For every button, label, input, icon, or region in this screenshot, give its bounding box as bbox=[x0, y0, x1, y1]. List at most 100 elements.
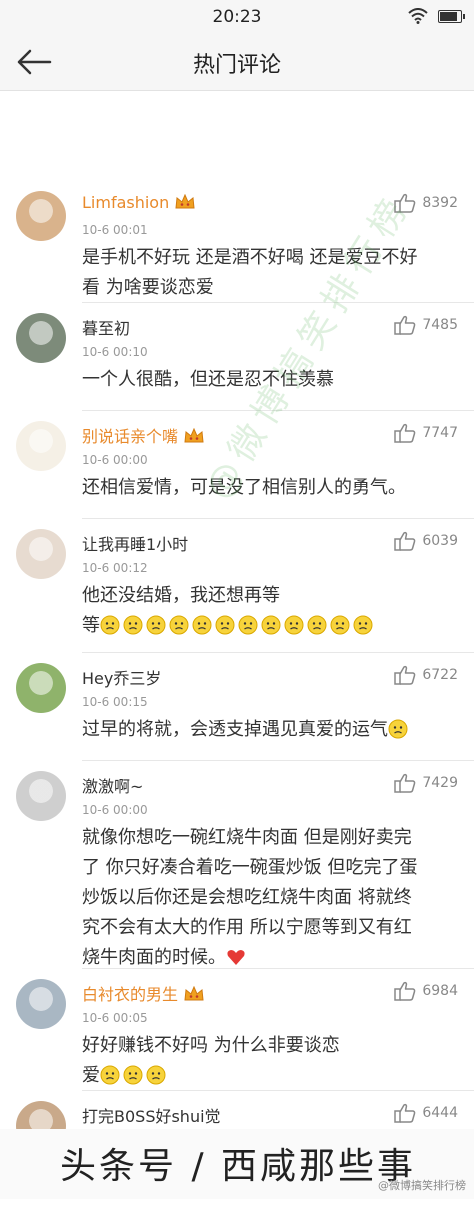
face-emoji-icon bbox=[238, 615, 258, 635]
like-button[interactable]: 7485 bbox=[394, 315, 458, 335]
commenter-name[interactable]: 暮至初 bbox=[82, 315, 130, 339]
comment-text-line: 炒饭以后你还是会想吃红烧牛肉面 将就终 bbox=[82, 887, 412, 908]
commenter-name-text: Hey乔三岁 bbox=[82, 669, 162, 688]
face-emoji-icon bbox=[100, 1065, 120, 1085]
like-button[interactable]: 6722 bbox=[394, 665, 458, 685]
like-button[interactable]: 7429 bbox=[394, 773, 458, 793]
avatar[interactable] bbox=[16, 191, 66, 241]
footer-brand: 头条号 / 西咸那些事 bbox=[60, 1146, 417, 1187]
comment-item: 暮至初 10-6 00:10 7485 一个人很酷，但还是忍不住羡慕 bbox=[0, 303, 474, 411]
like-button[interactable]: 6039 bbox=[394, 531, 458, 551]
face-emoji-icon bbox=[307, 615, 327, 635]
thumbs-up-icon bbox=[394, 773, 416, 793]
battery-icon bbox=[438, 9, 465, 23]
comment-item: 让我再睡1小时 10-6 00:12 6039 他还没结婚，我还想再等等 bbox=[0, 519, 474, 653]
avatar[interactable] bbox=[16, 771, 66, 821]
comment-text-line: 还相信爱情，可是没了相信别人的勇气。 bbox=[82, 477, 406, 498]
face-emoji-icon bbox=[353, 615, 373, 635]
like-count: 7429 bbox=[422, 775, 458, 791]
comment-text-line: 等 bbox=[82, 611, 450, 641]
face-emoji-icon bbox=[100, 615, 120, 635]
like-count: 6039 bbox=[422, 533, 458, 549]
like-button[interactable]: 6444 bbox=[394, 1103, 458, 1123]
commenter-name[interactable]: 激激啊~ bbox=[82, 773, 143, 797]
avatar[interactable] bbox=[16, 663, 66, 713]
status-bar: 20:23 bbox=[0, 0, 474, 34]
comment-text: 就像你想吃一碗红烧牛肉面 但是刚好卖完了 你只好凑合着吃一碗蛋炒饭 但吃完了蛋炒… bbox=[82, 823, 450, 973]
comment-time: 10-6 00:12 bbox=[82, 561, 148, 575]
comment-time: 10-6 00:05 bbox=[82, 1011, 148, 1025]
commenter-name[interactable]: 白衬衣的男生 bbox=[82, 981, 204, 1005]
comment-time: 10-6 00:00 bbox=[82, 803, 148, 817]
comment-item: 白衬衣的男生 10-6 00:05 6984 好好赚钱不好吗 为什么非要谈恋爱 bbox=[0, 969, 474, 1091]
comment-time: 10-6 00:15 bbox=[82, 695, 148, 709]
comment-text-line: 他还没结婚，我还想再等 bbox=[82, 585, 280, 606]
thumbs-up-icon bbox=[394, 315, 416, 335]
comment-text-line: 了 你只好凑合着吃一碗蛋炒饭 但吃完了蛋 bbox=[82, 857, 418, 878]
commenter-name-text: 暮至初 bbox=[82, 319, 131, 338]
like-count: 7747 bbox=[422, 425, 458, 441]
comment-text-line: 好好赚钱不好吗 为什么非要谈恋 bbox=[82, 1035, 340, 1056]
avatar[interactable] bbox=[16, 313, 66, 363]
commenter-name[interactable]: Hey乔三岁 bbox=[82, 665, 161, 689]
vip-crown-icon bbox=[175, 194, 195, 209]
commenter-name[interactable]: 打完B0SS好shui觉 bbox=[82, 1103, 221, 1127]
commenter-name-text: 让我再睡1小时 bbox=[82, 535, 189, 554]
comment-text-line: 究不会有太大的作用 所以宁愿等到又有红 bbox=[82, 917, 412, 938]
comment-item: 激激啊~ 10-6 00:00 7429 就像你想吃一碗红烧牛肉面 但是刚好卖完了 你… bbox=[0, 761, 474, 969]
like-count: 6984 bbox=[422, 983, 458, 999]
thumbs-up-icon bbox=[394, 981, 416, 1001]
footer: 头条号 / 西咸那些事 @微博搞笑排行榜 bbox=[0, 1129, 474, 1199]
avatar[interactable] bbox=[16, 421, 66, 471]
avatar[interactable] bbox=[16, 979, 66, 1029]
comment-text-line: 爱 bbox=[82, 1061, 450, 1091]
commenter-name-text: 别说话亲个嘴 bbox=[82, 427, 179, 446]
face-emoji-icon bbox=[146, 615, 166, 635]
like-count: 7485 bbox=[422, 317, 458, 333]
comment-text: 他还没结婚，我还想再等等 bbox=[82, 581, 450, 641]
thumbs-up-icon bbox=[394, 531, 416, 551]
face-emoji-icon bbox=[123, 615, 143, 635]
avatar[interactable] bbox=[16, 529, 66, 579]
comment-text: 过早的将就，会透支掉遇见真爱的运气 bbox=[82, 715, 450, 745]
footer-watermark: @微博搞笑排行榜 bbox=[378, 1179, 466, 1192]
comment-time: 10-6 00:00 bbox=[82, 453, 148, 467]
heart-emoji-icon bbox=[227, 950, 245, 965]
commenter-name-text: 白衬衣的男生 bbox=[82, 985, 179, 1004]
comment-text: 是手机不好玩 还是酒不好喝 还是爱豆不好看 为啥要谈恋爱 bbox=[82, 243, 450, 303]
commenter-name-text: Limfashion bbox=[82, 193, 170, 212]
face-emoji-icon bbox=[261, 615, 281, 635]
comment-text-line: 就像你想吃一碗红烧牛肉面 但是刚好卖完 bbox=[82, 827, 412, 848]
thumbs-up-icon bbox=[394, 665, 416, 685]
comment-text: 好好赚钱不好吗 为什么非要谈恋爱 bbox=[82, 1031, 450, 1091]
comment-text: 还相信爱情，可是没了相信别人的勇气。 bbox=[82, 473, 450, 503]
like-count: 6722 bbox=[422, 667, 458, 683]
thumbs-up-icon bbox=[394, 1103, 416, 1123]
like-button[interactable]: 7747 bbox=[394, 423, 458, 443]
face-emoji-icon bbox=[192, 615, 212, 635]
commenter-name[interactable]: 别说话亲个嘴 bbox=[82, 423, 204, 447]
face-emoji-icon bbox=[388, 719, 408, 739]
comment-text-line: 过早的将就，会透支掉遇见真爱的运气 bbox=[82, 715, 450, 745]
comment-item: Hey乔三岁 10-6 00:15 6722 过早的将就，会透支掉遇见真爱的运气 bbox=[0, 653, 474, 761]
face-emoji-icon bbox=[169, 615, 189, 635]
like-button[interactable]: 6984 bbox=[394, 981, 458, 1001]
commenter-name-text: 激激啊~ bbox=[82, 777, 144, 796]
face-emoji-icon bbox=[330, 615, 350, 635]
commenter-name[interactable]: 让我再睡1小时 bbox=[82, 531, 188, 555]
face-emoji-icon bbox=[123, 1065, 143, 1085]
page-title: 热门评论 bbox=[192, 53, 281, 78]
face-emoji-icon bbox=[146, 1065, 166, 1085]
thumbs-up-icon bbox=[394, 423, 416, 443]
face-emoji-icon bbox=[215, 615, 235, 635]
status-icons bbox=[408, 8, 465, 24]
comment-text-line: 看 为啥要谈恋爱 bbox=[82, 277, 214, 298]
comment-time: 10-6 00:01 bbox=[82, 223, 148, 237]
comment-time: 10-6 00:10 bbox=[82, 345, 148, 359]
commenter-name[interactable]: Limfashion bbox=[82, 193, 195, 212]
like-count: 8392 bbox=[422, 195, 458, 211]
wifi-icon bbox=[408, 8, 428, 24]
face-emoji-icon bbox=[284, 615, 304, 635]
nav-bar: 热门评论 bbox=[0, 34, 474, 91]
commenter-name-text: 打完B0SS好shui觉 bbox=[82, 1107, 221, 1126]
